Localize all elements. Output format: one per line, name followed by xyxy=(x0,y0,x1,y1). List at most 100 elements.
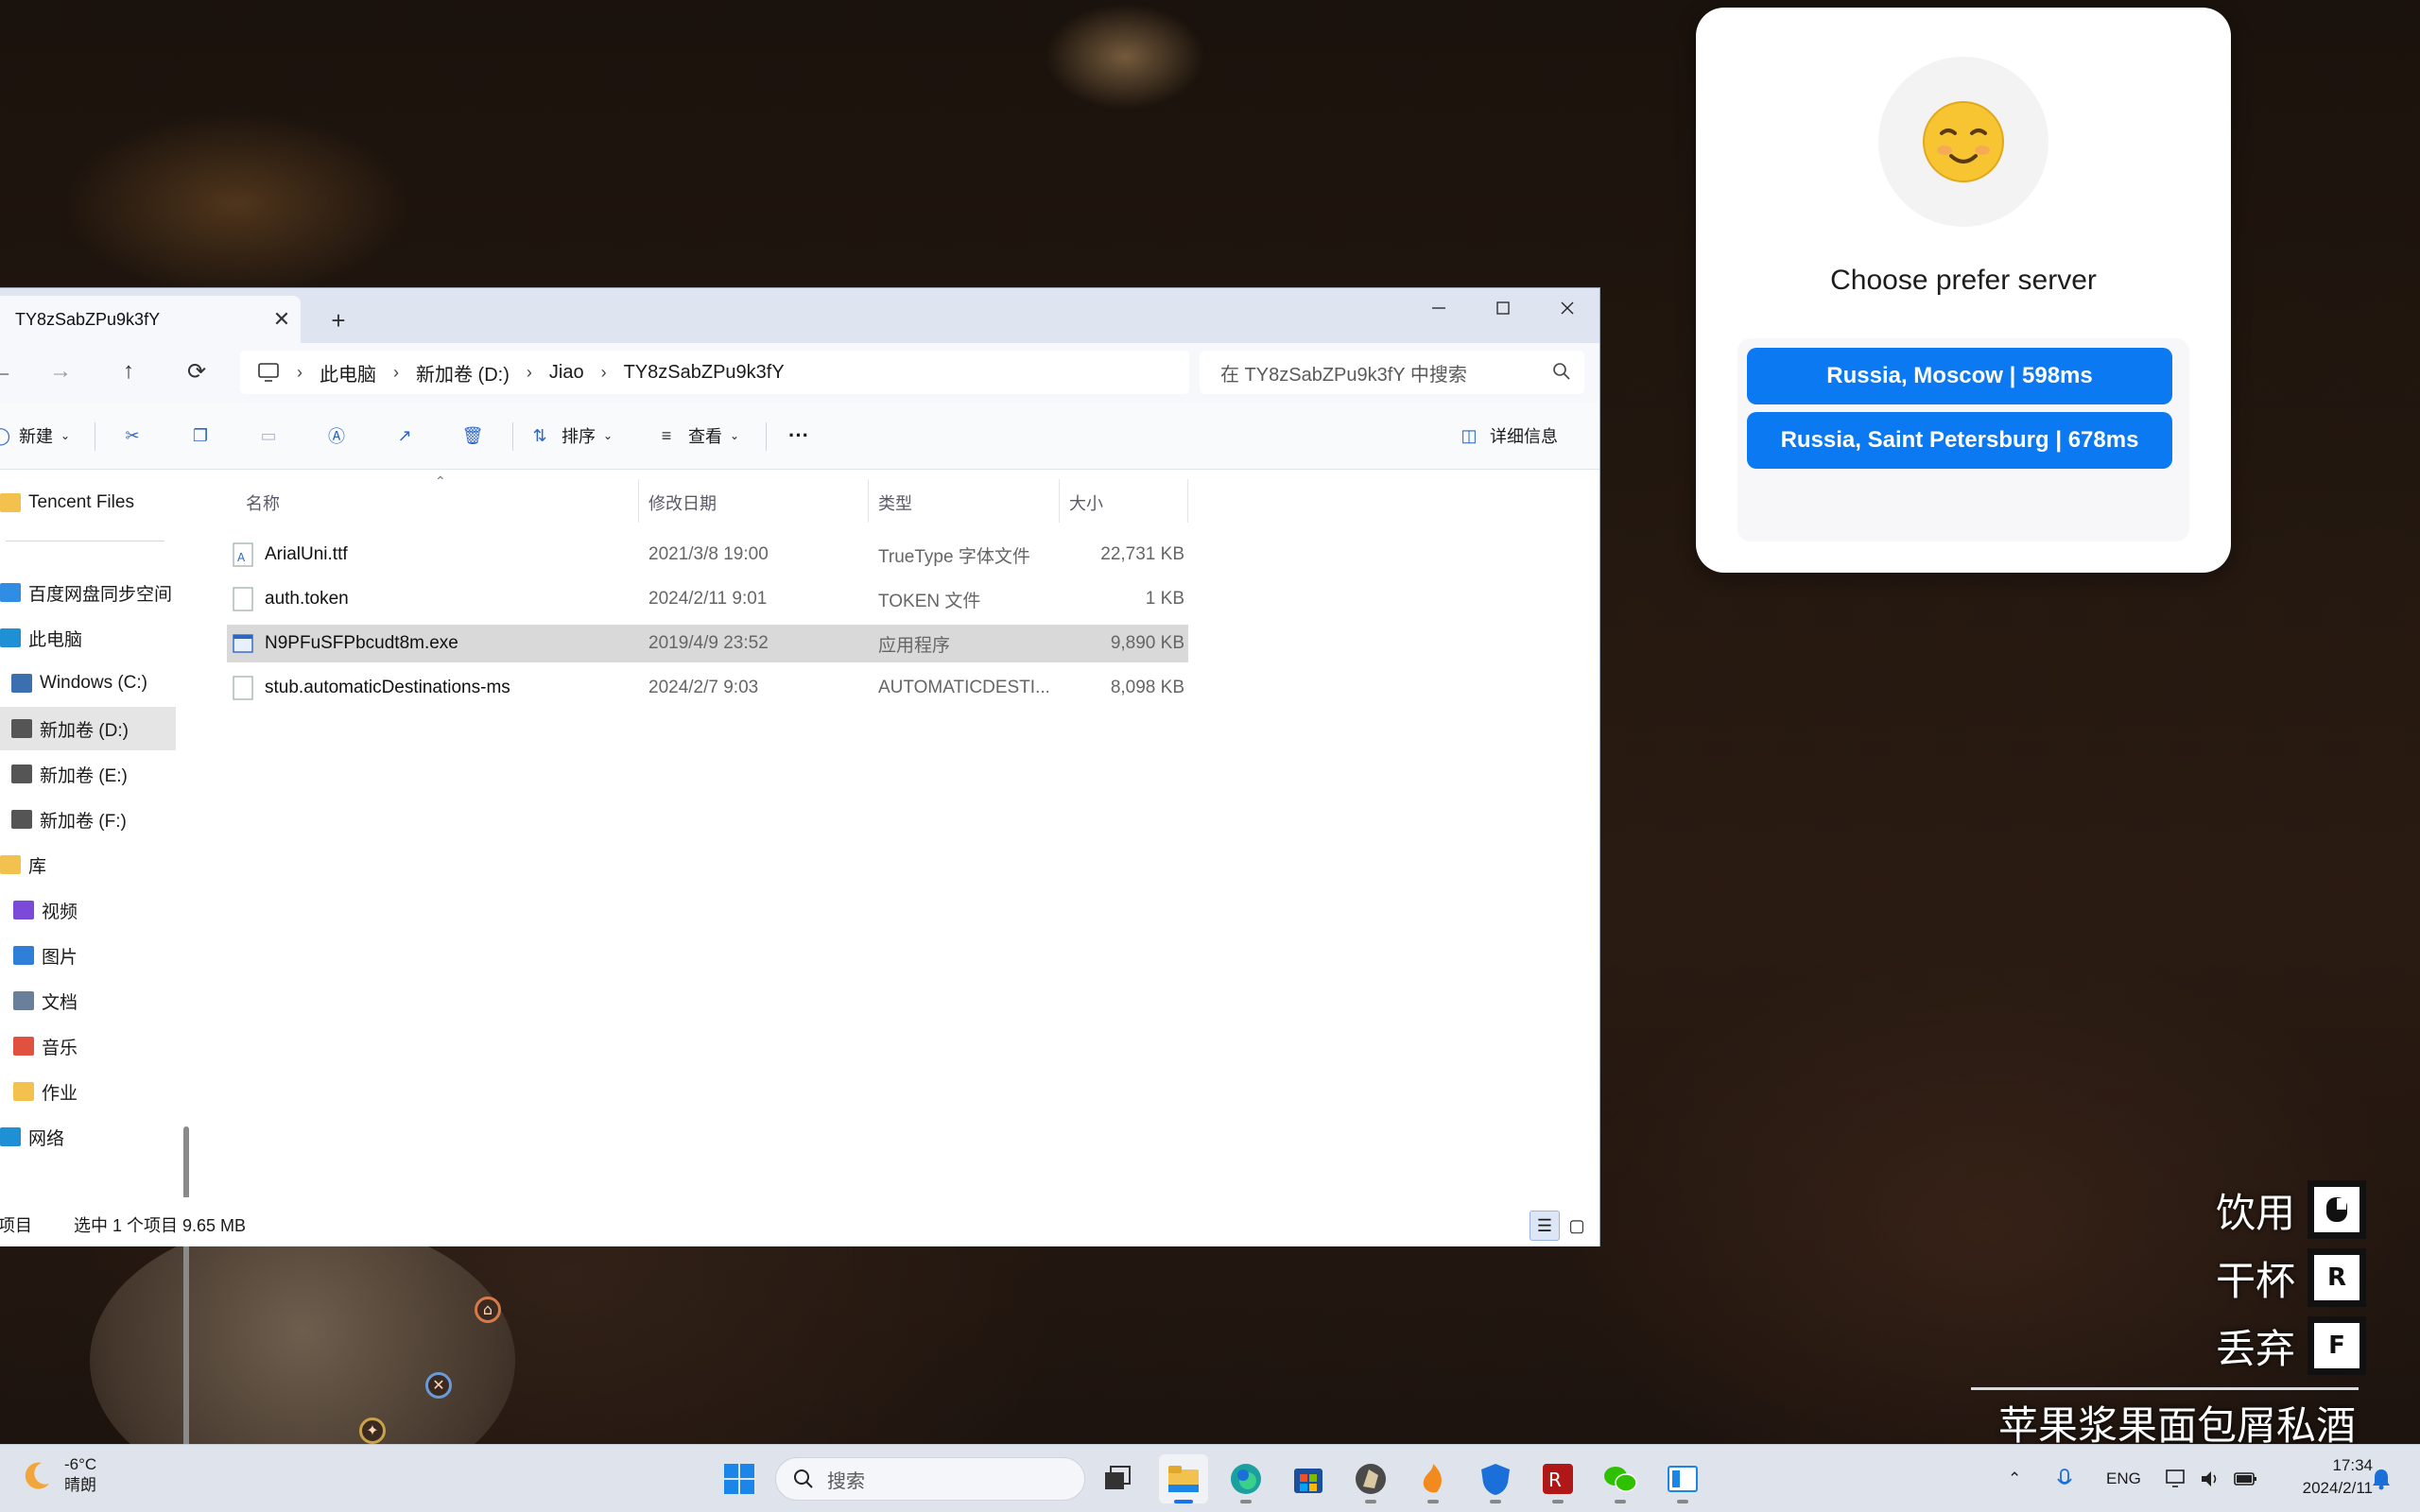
file-explorer-taskbar-button[interactable] xyxy=(1159,1454,1208,1503)
sidebar-item-drive-c[interactable]: Windows (C:) xyxy=(0,662,176,705)
tab-close-icon[interactable]: ✕ xyxy=(263,301,301,338)
refresh-button[interactable]: ⟳ xyxy=(176,352,217,390)
breadcrumb-this-pc[interactable]: 此电脑 xyxy=(320,359,376,387)
hud-key-r: R xyxy=(2310,1251,2363,1304)
clock-time: 17:34 xyxy=(2332,1456,2373,1474)
new-tab-button[interactable]: + xyxy=(320,301,357,339)
tiles-view-button[interactable]: ▢ xyxy=(1562,1211,1592,1241)
breadcrumb-drive-d[interactable]: 新加卷 (D:) xyxy=(416,359,510,387)
table-row[interactable]: N9PFuSFPbcudt8m.exe 2019/4/9 23:52 应用程序 … xyxy=(227,625,1188,662)
sidebar-scrollbar[interactable] xyxy=(183,470,193,1448)
file-date: 2024/2/11 9:01 xyxy=(648,589,768,609)
column-header-type[interactable]: 类型 xyxy=(878,489,912,517)
share-button[interactable]: ↗ xyxy=(386,417,424,455)
clock[interactable]: 17:34 2024/2/11 xyxy=(2269,1454,2373,1500)
back-button[interactable]: ← xyxy=(0,352,23,390)
new-button[interactable]: ◯ 新建 ⌄ xyxy=(0,417,70,455)
sidebar-item-drive-e[interactable]: 新加卷 (E:) xyxy=(0,752,176,796)
table-row[interactable]: stub.automaticDestinations-ms 2024/2/7 9… xyxy=(227,669,1188,707)
red-dead-app-button[interactable]: R xyxy=(1533,1454,1582,1503)
file-name: auth.token xyxy=(265,589,349,609)
table-row[interactable]: auth.token 2024/2/11 9:01 TOKEN 文件 1 KB xyxy=(227,580,1188,618)
maximize-button[interactable] xyxy=(1471,288,1535,328)
navigation-pane: Tencent Files 百度网盘同步空间 此电脑 Windows (C:) … xyxy=(0,470,189,1197)
address-bar[interactable]: › 此电脑 › 新加卷 (D:) › Jiao › TY8zSabZPu9k3f… xyxy=(240,351,1189,394)
table-row[interactable]: A ArialUni.ttf 2021/3/8 19:00 TrueType 字体… xyxy=(227,536,1188,574)
blue-app-button[interactable] xyxy=(1658,1454,1707,1503)
battery-icon[interactable] xyxy=(2233,1445,2257,1512)
view-button[interactable]: ≡ 查看 ⌄ xyxy=(652,417,739,455)
column-divider[interactable] xyxy=(638,479,639,523)
sidebar-item-library[interactable]: 库 xyxy=(0,843,176,886)
sidebar-item-this-pc[interactable]: 此电脑 xyxy=(0,616,176,660)
start-button[interactable] xyxy=(715,1454,764,1503)
cut-button[interactable]: ✂ xyxy=(113,417,151,455)
column-header-date[interactable]: 修改日期 xyxy=(648,489,717,517)
paste-button[interactable]: ▭ xyxy=(250,417,287,455)
orange-app-button[interactable] xyxy=(1409,1454,1458,1503)
network-icon[interactable] xyxy=(2165,1445,2187,1512)
forward-button[interactable]: → xyxy=(40,352,81,390)
sidebar-item-tencent-files[interactable]: Tencent Files xyxy=(0,481,176,524)
breadcrumb-jiao[interactable]: Jiao xyxy=(549,362,584,384)
sidebar-item-videos[interactable]: 视频 xyxy=(0,888,176,932)
close-button[interactable] xyxy=(1535,288,1599,328)
svg-text:R: R xyxy=(1548,1469,1562,1491)
tab-current-folder[interactable]: TY8zSabZPu9k3fY ✕ xyxy=(0,296,301,343)
hud-action-drink: 饮用 xyxy=(2216,1177,2363,1242)
notification-bell-icon[interactable] xyxy=(2371,1445,2392,1512)
search-input[interactable]: 在 TY8zSabZPu9k3fY 中搜索 xyxy=(1200,351,1584,394)
more-options-button[interactable]: ··· xyxy=(788,417,809,455)
details-view-button[interactable]: ☰ xyxy=(1530,1211,1560,1241)
column-divider[interactable] xyxy=(1187,479,1188,523)
horse-head-icon xyxy=(1356,1464,1386,1494)
column-header-size[interactable]: 大小 xyxy=(1069,489,1103,517)
sort-button[interactable]: ⇅ 排序 ⌄ xyxy=(526,417,613,455)
server-button-saint-petersburg[interactable]: Russia, Saint Petersburg | 678ms xyxy=(1747,412,2172,469)
file-size: 9,890 KB xyxy=(1110,633,1184,653)
volume-icon[interactable] xyxy=(2199,1445,2221,1512)
show-hidden-icons-button[interactable]: ⌃ xyxy=(2008,1445,2021,1512)
breadcrumb-current[interactable]: TY8zSabZPu9k3fY xyxy=(624,362,785,384)
column-header-name[interactable]: 名称 xyxy=(246,489,280,517)
sidebar-item-music[interactable]: 音乐 xyxy=(0,1024,176,1068)
game-app-button[interactable] xyxy=(1346,1454,1395,1503)
rename-button[interactable]: Ⓐ xyxy=(318,417,355,455)
store-button[interactable] xyxy=(1284,1454,1333,1503)
toolbar-divider xyxy=(512,422,513,451)
taskbar-search[interactable]: 搜索 xyxy=(775,1457,1085,1501)
sidebar-item-documents[interactable]: 文档 xyxy=(0,979,176,1022)
sidebar-item-drive-d[interactable]: 新加卷 (D:) xyxy=(0,707,176,750)
status-selection: 选中 1 个项目 9.65 MB xyxy=(74,1216,247,1235)
column-divider[interactable] xyxy=(1059,479,1060,523)
wechat-button[interactable] xyxy=(1596,1454,1645,1503)
explorer-titlebar: TY8zSabZPu9k3fY ✕ + xyxy=(0,288,1599,343)
task-view-button[interactable] xyxy=(1093,1454,1142,1503)
network-icon xyxy=(0,1127,21,1146)
sidebar-item-drive-f[interactable]: 新加卷 (F:) xyxy=(0,798,176,841)
scrollbar-thumb[interactable] xyxy=(183,1126,189,1448)
sidebar-item-pictures[interactable]: 图片 xyxy=(0,934,176,977)
input-language-button[interactable]: ENG xyxy=(2106,1445,2141,1512)
copy-button[interactable]: ❐ xyxy=(182,417,219,455)
delete-button[interactable]: 🗑 xyxy=(454,417,492,455)
minimize-button[interactable] xyxy=(1407,288,1471,328)
details-pane-button[interactable]: ◫ 详细信息 xyxy=(1456,417,1558,455)
chevron-down-icon: ⌄ xyxy=(730,429,740,442)
weather-widget[interactable]: -6°C 晴朗 xyxy=(21,1454,96,1496)
sidebar-item-homework[interactable]: 作业 xyxy=(0,1070,176,1113)
microphone-icon[interactable] xyxy=(2057,1445,2072,1512)
map-marker-icon: ✦ xyxy=(359,1418,386,1444)
sidebar-item-baidu-sync[interactable]: 百度网盘同步空间 xyxy=(0,571,176,614)
hud-divider xyxy=(1971,1387,2359,1390)
server-button-moscow[interactable]: Russia, Moscow | 598ms xyxy=(1747,348,2172,404)
security-app-button[interactable] xyxy=(1471,1454,1520,1503)
drive-icon xyxy=(11,719,32,738)
up-button[interactable]: ↑ xyxy=(108,352,149,390)
sidebar-item-network[interactable]: 网络 xyxy=(0,1115,176,1159)
window-controls xyxy=(1407,288,1599,328)
sidebar-item-label: 文档 xyxy=(42,992,78,1013)
svg-text:A: A xyxy=(237,551,246,564)
edge-browser-button[interactable] xyxy=(1221,1454,1270,1503)
column-divider[interactable] xyxy=(868,479,869,523)
